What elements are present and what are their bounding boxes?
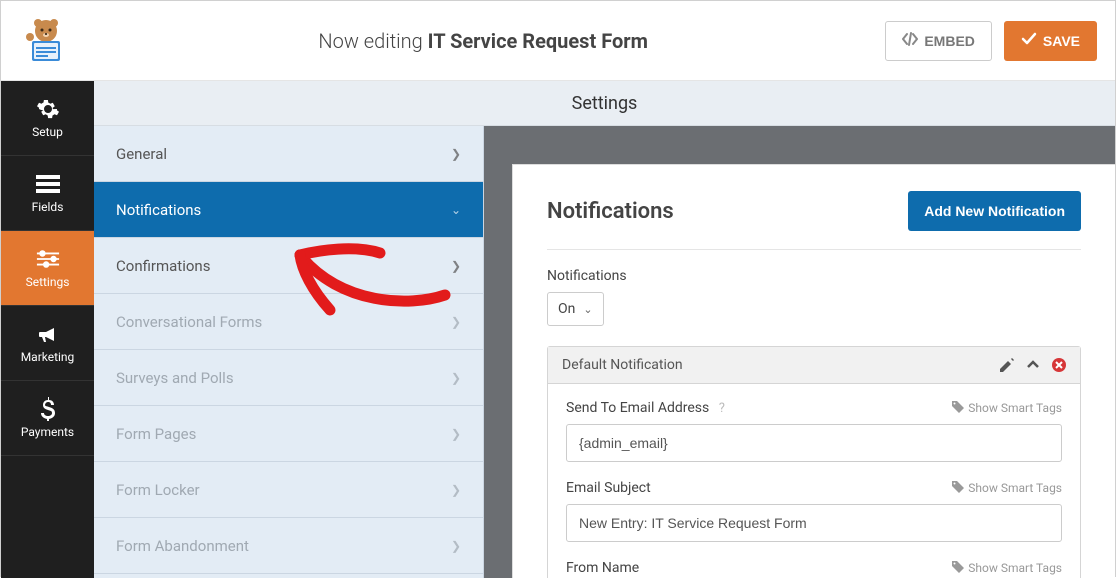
field-send-to: Send To Email Address ? Show Smart Tags [566, 400, 1062, 462]
field-from-name: From Name Show Smart Tags [566, 560, 1062, 576]
smart-tags-toggle[interactable]: Show Smart Tags [952, 481, 1062, 496]
settings-item-form-locker[interactable]: Form Locker ❯ [94, 462, 483, 518]
menu-label: Conversational Forms [116, 313, 262, 331]
nav-label: Fields [32, 200, 64, 214]
subject-input[interactable] [566, 504, 1062, 542]
sliders-icon [36, 247, 60, 271]
embed-label: EMBED [924, 33, 975, 49]
field-label: From Name [566, 560, 639, 576]
nav-label: Settings [26, 275, 70, 289]
nav-item-payments[interactable]: Payments [1, 381, 94, 456]
edit-icon[interactable] [1000, 358, 1014, 372]
tag-icon [952, 481, 964, 496]
page-title: Now editing IT Service Request Form [81, 29, 885, 53]
notifications-toggle-label: Notifications [547, 268, 1081, 284]
settings-menu: General ❯ Notifications ⌄ Confirmations … [94, 126, 484, 578]
nav-item-marketing[interactable]: Marketing [1, 306, 94, 381]
check-icon [1021, 31, 1037, 50]
settings-item-general[interactable]: General ❯ [94, 126, 483, 182]
card-actions [1000, 358, 1066, 372]
tag-icon [952, 401, 964, 416]
card-header: Default Notification [548, 347, 1080, 384]
chevron-right-icon: ❯ [451, 539, 461, 553]
save-label: SAVE [1043, 33, 1080, 49]
content-header: Settings [94, 81, 1115, 126]
nav-item-fields[interactable]: Fields [1, 156, 94, 231]
content-header-label: Settings [572, 93, 638, 114]
settings-item-notifications[interactable]: Notifications ⌄ [94, 182, 483, 238]
send-to-input[interactable] [566, 424, 1062, 462]
chevron-down-icon: ⌄ [583, 303, 592, 316]
chevron-right-icon: ❯ [451, 483, 461, 497]
content-body: General ❯ Notifications ⌄ Confirmations … [94, 126, 1115, 578]
chevron-down-icon: ⌄ [451, 203, 461, 217]
settings-item-form-abandonment[interactable]: Form Abandonment ❯ [94, 518, 483, 574]
save-button[interactable]: SAVE [1004, 21, 1097, 61]
panel-title: Notifications [547, 199, 674, 224]
delete-icon[interactable] [1052, 358, 1066, 372]
nav-item-settings[interactable]: Settings [1, 231, 94, 306]
settings-item-form-pages[interactable]: Form Pages ❯ [94, 406, 483, 462]
field-subject: Email Subject Show Smart Tags [566, 480, 1062, 542]
embed-button[interactable]: EMBED [885, 21, 992, 61]
chevron-right-icon: ❯ [451, 259, 461, 273]
nav-item-setup[interactable]: Setup [1, 81, 94, 156]
smart-tags-toggle[interactable]: Show Smart Tags [952, 561, 1062, 576]
dollar-icon [36, 397, 60, 421]
menu-label: Surveys and Polls [116, 369, 234, 387]
notification-card: Default Notification [547, 346, 1081, 578]
settings-item-confirmations[interactable]: Confirmations ❯ [94, 238, 483, 294]
field-label: Send To Email Address ? [566, 400, 725, 416]
primary-nav: Setup Fields Settings Marketing Payments [1, 81, 94, 578]
panel-area: Notifications Add New Notification Notif… [484, 126, 1115, 578]
menu-label: Form Abandonment [116, 537, 249, 555]
gear-icon [36, 97, 60, 121]
chevron-right-icon: ❯ [451, 147, 461, 161]
chevron-right-icon: ❯ [451, 315, 461, 329]
menu-label: General [116, 145, 167, 163]
help-icon[interactable]: ? [719, 401, 725, 416]
card-title: Default Notification [562, 357, 683, 373]
smart-tags-toggle[interactable]: Show Smart Tags [952, 401, 1062, 416]
menu-label: Form Locker [116, 481, 200, 499]
panel-header: Notifications Add New Notification [547, 191, 1081, 250]
top-bar: Now editing IT Service Request Form EMBE… [1, 1, 1115, 81]
nav-label: Setup [32, 125, 63, 139]
chevron-right-icon: ❯ [451, 371, 461, 385]
menu-label: Notifications [116, 201, 201, 219]
settings-item-conversational-forms[interactable]: Conversational Forms ❯ [94, 294, 483, 350]
add-notification-button[interactable]: Add New Notification [908, 191, 1081, 231]
bullhorn-icon [36, 322, 60, 346]
notifications-toggle[interactable]: On ⌄ [547, 292, 604, 326]
menu-label: Form Pages [116, 425, 196, 443]
code-icon [902, 31, 918, 50]
toggle-value: On [558, 301, 575, 317]
settings-item-surveys-polls[interactable]: Surveys and Polls ❯ [94, 350, 483, 406]
menu-label: Confirmations [116, 257, 210, 275]
content-wrap: Settings General ❯ Notifications ⌄ Confi… [94, 81, 1115, 578]
nav-label: Marketing [21, 350, 75, 364]
nav-label: Payments [21, 425, 74, 439]
chevron-right-icon: ❯ [451, 427, 461, 441]
field-label: Email Subject [566, 480, 651, 496]
main: Setup Fields Settings Marketing Payments [1, 81, 1115, 578]
collapse-icon[interactable] [1026, 358, 1040, 372]
form-name: IT Service Request Form [428, 29, 648, 53]
tag-icon [952, 561, 964, 576]
notifications-panel: Notifications Add New Notification Notif… [512, 164, 1115, 578]
editing-prefix: Now editing [318, 29, 422, 53]
top-buttons: EMBED SAVE [885, 21, 1097, 61]
app-logo [11, 15, 81, 67]
card-body: Send To Email Address ? Show Smart Tags [548, 384, 1080, 578]
list-icon [36, 172, 60, 196]
